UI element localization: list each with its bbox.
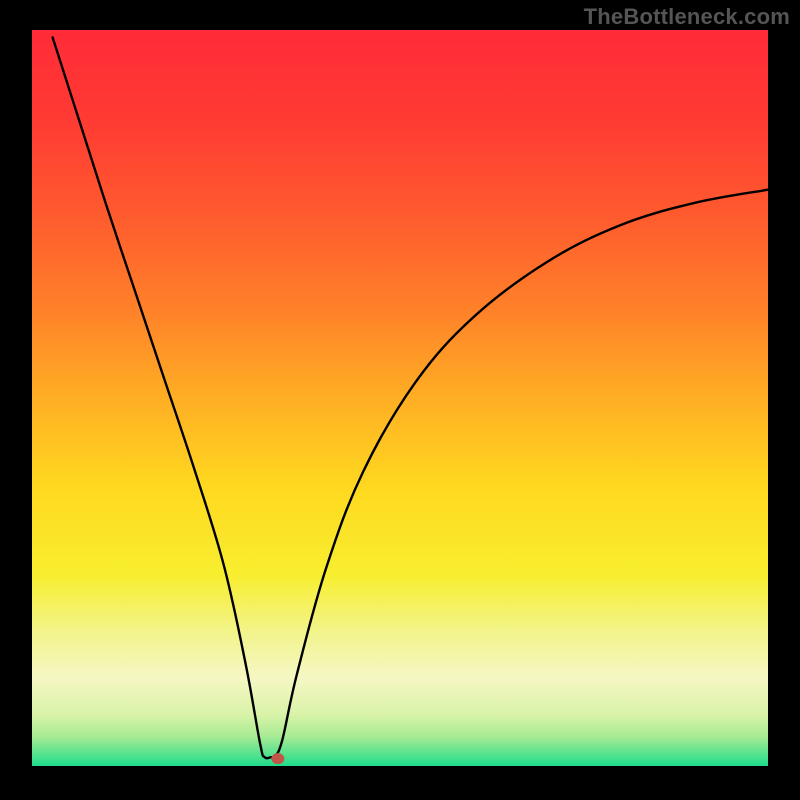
plot-background [32,30,768,766]
chart-frame: TheBottleneck.com [0,0,800,800]
optimum-marker [271,753,284,764]
bottleneck-plot [0,0,800,800]
watermark-text: TheBottleneck.com [584,4,790,30]
